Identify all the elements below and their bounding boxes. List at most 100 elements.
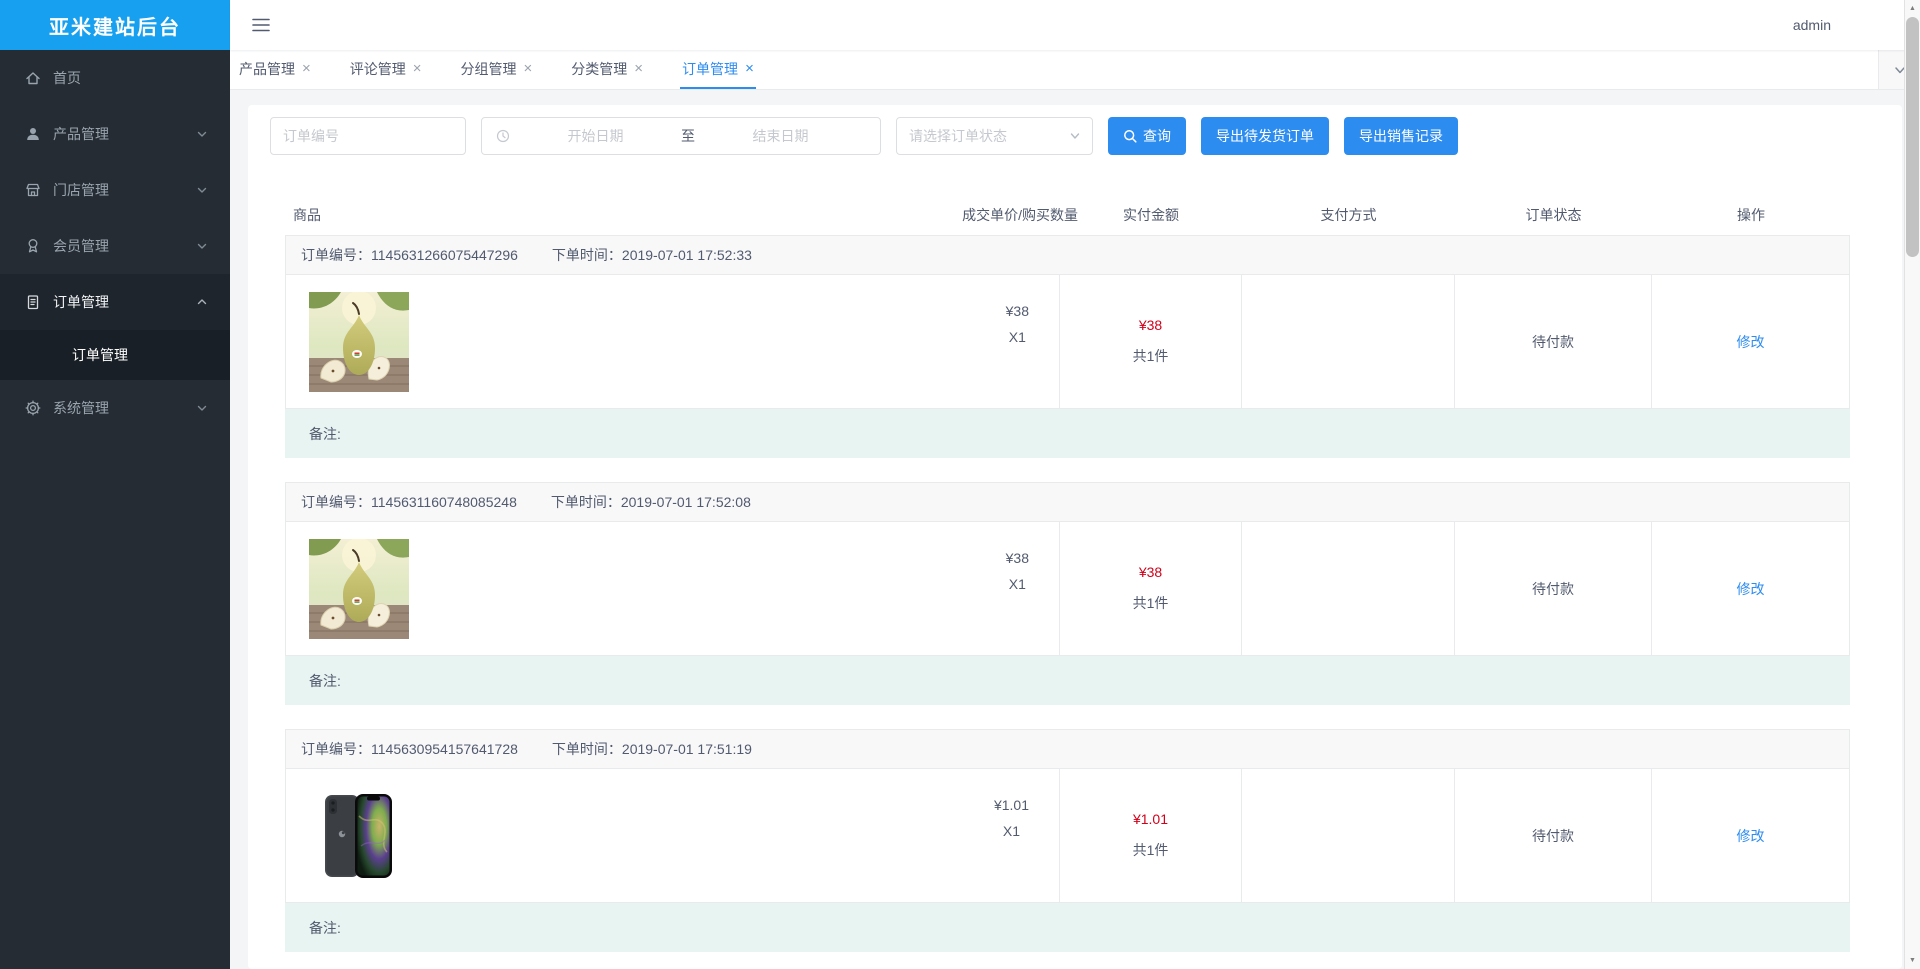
modify-link[interactable]: 修改 xyxy=(1737,579,1765,599)
remark-row: 备注: xyxy=(285,903,1850,952)
document-icon xyxy=(27,295,39,310)
sidebar-item-orders[interactable]: 订单管理 xyxy=(0,274,230,330)
tab-label: 分类管理 xyxy=(571,60,628,77)
order-no-label: 订单编号： xyxy=(301,494,371,510)
chevron-down-icon xyxy=(197,187,207,193)
scroll-up-button[interactable]: ▲ xyxy=(1905,0,1920,17)
tab-bar: 产品管理 × 评论管理 × 分组管理 × 分类管理 × 订单管理 × xyxy=(230,50,1920,90)
order-status: 待付款 xyxy=(1454,275,1651,408)
tab-group-management[interactable]: 分组管理 × xyxy=(459,50,535,89)
order-header: 订单编号： 1145630954157641728 下单时间： 2019-07-01… xyxy=(285,729,1850,769)
gear-icon xyxy=(25,400,41,416)
close-icon[interactable]: × xyxy=(302,61,311,76)
tab-category-management[interactable]: 分类管理 × xyxy=(569,50,645,89)
order-no: 1145630954157641728 xyxy=(371,741,518,757)
order-status-select[interactable]: 请选择订单状态 xyxy=(896,117,1093,155)
order-time-label: 下单时间： xyxy=(551,247,622,263)
sidebar-group-orders: 订单管理 订单管理 xyxy=(0,274,230,380)
medal-icon xyxy=(28,239,38,253)
end-date-placeholder: 结束日期 xyxy=(752,128,809,144)
order-time-label: 下单时间： xyxy=(551,741,622,757)
export-sales-records-button[interactable]: 导出销售记录 xyxy=(1344,117,1458,155)
home-icon xyxy=(26,72,40,85)
order-header: 订单编号： 1145631266075447296 下单时间： 2019-07-01… xyxy=(285,235,1850,275)
modify-link[interactable]: 修改 xyxy=(1737,826,1765,846)
scroll-down-button[interactable]: ▼ xyxy=(1905,952,1920,969)
remark-row: 备注: xyxy=(285,409,1850,458)
remark-label: 备注: xyxy=(309,672,341,689)
paid-amount-cell: ¥1.01 共1件 xyxy=(1059,769,1241,902)
close-icon[interactable]: × xyxy=(413,61,422,76)
order-time: 2019-07-01 17:52:33 xyxy=(621,247,752,263)
sidebar-item-label: 门店管理 xyxy=(53,182,109,198)
app-window: 亚米建站后台 首页 产品管理 门店管理 会员管理 订单管理 订单管理 系统管理 … xyxy=(0,0,1920,969)
sidebar-item-members[interactable]: 会员管理 xyxy=(0,218,230,274)
remark-row: 备注: xyxy=(285,656,1850,705)
start-date-placeholder: 开始日期 xyxy=(567,128,624,144)
tab-product-management[interactable]: 产品管理 × xyxy=(237,50,313,89)
chevron-down-icon xyxy=(197,131,207,137)
search-icon xyxy=(1124,130,1137,143)
unit-price: ¥1.01 xyxy=(993,797,1029,813)
unit-price-block: ¥1.01 X1 xyxy=(994,786,1029,844)
page-content: 开始日期 至 结束日期 请选择订单状态 查询 导出待发货订单 xyxy=(230,90,1920,969)
order-no-input[interactable] xyxy=(270,117,466,155)
order-time: 2019-07-01 17:51:19 xyxy=(621,741,752,757)
order-product-row: ¥1.01 X1 ¥1.01 共1件 待付款 修改 xyxy=(285,769,1850,903)
sidebar-item-home[interactable]: 首页 xyxy=(0,50,230,106)
order-time-label: 下单时间： xyxy=(550,494,621,510)
remark-label: 备注: xyxy=(309,919,341,936)
sidebar-subitem-orders[interactable]: 订单管理 xyxy=(0,330,230,380)
close-icon[interactable]: × xyxy=(524,61,533,76)
scroll-thumb[interactable] xyxy=(1906,17,1919,257)
sidebar-item-system[interactable]: 系统管理 xyxy=(0,380,230,436)
hamburger-icon xyxy=(252,18,270,32)
close-icon[interactable]: × xyxy=(634,61,643,76)
order-no-label: 订单编号： xyxy=(301,247,371,263)
payment-method-cell xyxy=(1241,275,1454,408)
remark-label: 备注: xyxy=(309,425,341,442)
tab-order-management[interactable]: 订单管理 × xyxy=(680,50,756,89)
sidebar-item-products[interactable]: 产品管理 xyxy=(0,106,230,162)
table-header: 商品 成交单价/购买数量 实付金额 支付方式 订单状态 操作 xyxy=(285,195,1850,235)
chevron-down-icon xyxy=(197,243,207,249)
pear-product-image xyxy=(309,539,409,639)
paid-amount-cell: ¥38 共1件 xyxy=(1059,522,1241,655)
sidebar-menu: 首页 产品管理 门店管理 会员管理 订单管理 订单管理 系统管理 xyxy=(0,50,230,436)
order-time: 2019-07-01 17:52:08 xyxy=(620,494,751,510)
paid-amount: ¥1.01 xyxy=(1132,811,1169,827)
close-icon[interactable]: × xyxy=(745,61,754,76)
status-select-placeholder: 请选择订单状态 xyxy=(909,128,1007,144)
sidebar-submenu-orders: 订单管理 xyxy=(0,330,230,380)
col-product: 商品 xyxy=(293,207,321,223)
action-cell: 修改 xyxy=(1651,522,1849,655)
date-range-picker[interactable]: 开始日期 至 结束日期 xyxy=(481,117,881,155)
main-area: admin 产品管理 × 评论管理 × 分组管理 × 分类管理 × 订单管理 × xyxy=(230,0,1920,969)
order-status: 待付款 xyxy=(1454,769,1651,902)
search-button[interactable]: 查询 xyxy=(1108,117,1186,155)
order-no: 1145631266075447296 xyxy=(371,247,518,263)
sidebar-item-label: 系统管理 xyxy=(53,400,109,416)
sidebar-item-stores[interactable]: 门店管理 xyxy=(0,162,230,218)
modify-link[interactable]: 修改 xyxy=(1737,332,1765,352)
collapse-sidebar-button[interactable] xyxy=(252,18,270,32)
store-icon xyxy=(26,183,40,197)
chevron-down-icon xyxy=(197,405,207,411)
paid-amount: ¥38 xyxy=(1138,564,1163,580)
order-block: 订单编号： 1145630954157641728 下单时间： 2019-07-01… xyxy=(285,729,1850,952)
product-cell: ¥38 X1 xyxy=(286,522,1059,655)
export-pending-orders-button[interactable]: 导出待发货订单 xyxy=(1201,117,1329,155)
tab-comment-management[interactable]: 评论管理 × xyxy=(348,50,424,89)
order-no-label: 订单编号： xyxy=(301,741,371,757)
tab-label: 订单管理 xyxy=(682,60,739,77)
unit-price: ¥38 xyxy=(1005,303,1029,319)
current-user[interactable]: admin xyxy=(1793,17,1831,33)
pear-product-image xyxy=(309,292,409,392)
app-title: 亚米建站后台 xyxy=(0,0,230,50)
scrollbar[interactable]: ▲ ▼ xyxy=(1904,0,1920,969)
sidebar-item-label: 产品管理 xyxy=(53,126,109,142)
unit-price: ¥38 xyxy=(1005,550,1029,566)
product-cell: ¥38 X1 xyxy=(286,275,1059,408)
quantity: X1 xyxy=(1008,329,1026,345)
col-payment-method: 支付方式 xyxy=(1320,207,1377,223)
